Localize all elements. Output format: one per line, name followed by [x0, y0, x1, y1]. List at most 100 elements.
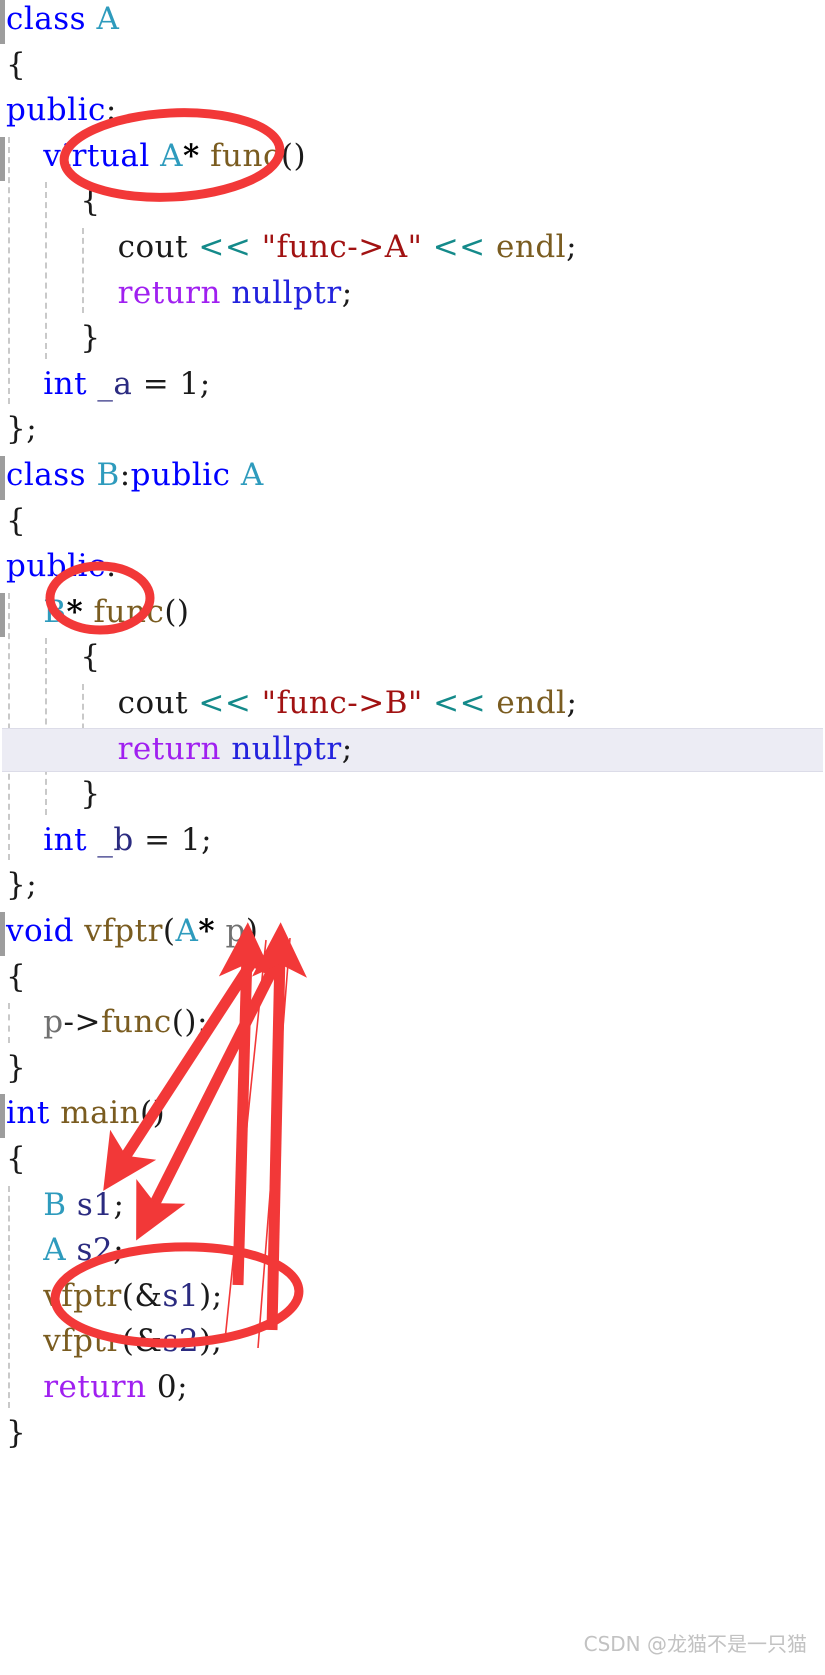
code-token: "func->B" [261, 685, 423, 721]
code-token: ); [199, 1277, 223, 1314]
code-token: A [175, 913, 199, 949]
code-line[interactable]: } [0, 1045, 825, 1091]
code-token: } [6, 1414, 27, 1451]
code-token: () [139, 1095, 166, 1132]
code-token: : [119, 457, 131, 493]
code-line[interactable]: B* func() [0, 589, 825, 635]
code-line[interactable]: { [0, 954, 825, 1000]
code-token: { [6, 502, 27, 539]
code-token: return [43, 1369, 147, 1405]
code-token: A [43, 1232, 67, 1269]
code-token: { [80, 639, 101, 676]
code-token: int [43, 365, 88, 402]
code-line[interactable]: } [0, 1410, 825, 1456]
code-line[interactable]: A s2; [0, 1227, 825, 1273]
code-line[interactable]: return nullptr; [0, 726, 825, 772]
code-line[interactable]: class A [0, 0, 825, 42]
code-line[interactable]: } [0, 315, 825, 361]
code-token: nullptr [231, 274, 342, 311]
code-line[interactable]: int main() [0, 1090, 825, 1136]
code-line[interactable]: return nullptr; [0, 270, 825, 316]
code-line[interactable]: vfptr(&s1); [0, 1273, 825, 1319]
code-token: : [105, 92, 117, 129]
code-line[interactable]: int _a = 1; [0, 361, 825, 407]
code-token: 0; [156, 1369, 189, 1405]
code-token: s2 [76, 1232, 114, 1269]
code-token: << [433, 685, 487, 721]
code-token: = 1; [132, 365, 211, 402]
code-token: s1 [162, 1277, 200, 1314]
code-token: } [80, 776, 101, 813]
code-token: ; [341, 274, 353, 311]
code-token: ( [162, 913, 176, 949]
code-token: A [96, 1, 120, 37]
code-token: }; [6, 867, 38, 904]
code-token: public [130, 457, 231, 493]
code-line[interactable]: cout << "func->A" << endl; [0, 224, 825, 270]
code-token: (); [171, 1004, 208, 1041]
code-line[interactable]: { [0, 42, 825, 88]
code-token: (& [121, 1277, 163, 1314]
code-line[interactable]: } [0, 771, 825, 817]
code-line[interactable]: public: [0, 87, 825, 133]
code-token: func [83, 593, 165, 630]
code-token: s1 [76, 1186, 114, 1223]
code-editor[interactable]: class A{public: virtual A* func(){cout <<… [0, 0, 825, 1460]
code-token: ; [566, 229, 578, 265]
code-line[interactable]: p->func(); [0, 999, 825, 1045]
code-token: * [66, 593, 84, 630]
code-token: return [117, 274, 221, 311]
code-token: p [43, 1004, 64, 1041]
code-line[interactable]: { [0, 498, 825, 544]
csdn-watermark: CSDN @龙猫不是一只猫 [583, 1632, 807, 1656]
code-token: () [280, 137, 307, 174]
code-token: s2 [162, 1323, 200, 1360]
code-token: ); [199, 1323, 223, 1360]
code-token: cout [117, 685, 189, 721]
code-line[interactable]: class B:public A [0, 452, 825, 498]
code-line[interactable]: return 0; [0, 1364, 825, 1410]
code-token: ; [566, 685, 578, 721]
code-token: vfptr [43, 1323, 122, 1360]
code-token: _a [97, 365, 133, 402]
code-token: ; [113, 1186, 125, 1223]
screenshot-root: class A{public: virtual A* func(){cout <<… [0, 0, 825, 1675]
code-line[interactable]: }; [0, 862, 825, 908]
code-line[interactable]: { [0, 178, 825, 224]
code-line[interactable]: }; [0, 406, 825, 452]
code-line[interactable]: virtual A* func() [0, 133, 825, 179]
code-line[interactable]: public: [0, 543, 825, 589]
code-line[interactable]: { [0, 634, 825, 680]
code-line[interactable]: cout << "func->B" << endl; [0, 680, 825, 726]
code-token: ; [341, 730, 353, 767]
code-line[interactable]: vfptr(&s2); [0, 1318, 825, 1364]
code-token: A [240, 457, 264, 493]
code-token: ; [113, 1232, 125, 1269]
code-token: void [6, 913, 74, 949]
code-token: }; [6, 411, 38, 448]
code-line[interactable]: B s1; [0, 1182, 825, 1228]
code-line[interactable]: int _b = 1; [0, 817, 825, 863]
code-line[interactable]: { [0, 1136, 825, 1182]
code-token: "func->A" [261, 229, 423, 265]
code-token: B [96, 457, 120, 493]
code-line[interactable]: void vfptr(A* p) [0, 908, 825, 954]
code-token: public [6, 548, 106, 585]
